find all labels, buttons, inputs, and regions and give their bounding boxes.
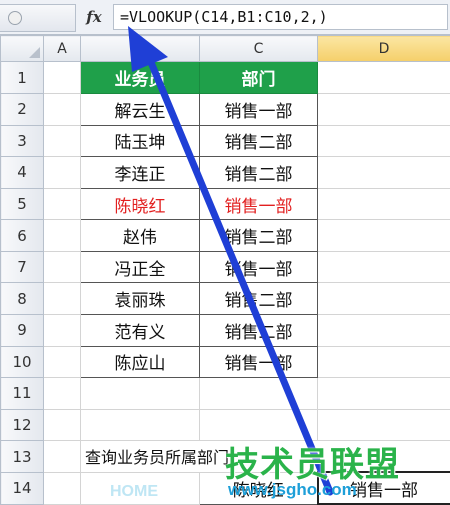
row-header[interactable]: 11 [0, 377, 44, 410]
cell[interactable] [317, 93, 450, 126]
row-header[interactable]: 7 [0, 250, 44, 284]
cell[interactable] [43, 61, 81, 95]
row-header[interactable]: 1 [0, 61, 44, 95]
watermark-faint-text: HOME [110, 483, 158, 500]
watermark-brand: 技术员联盟 [225, 445, 400, 485]
row-header[interactable]: 13 [0, 440, 44, 473]
row-header[interactable]: 9 [0, 313, 44, 347]
fx-button[interactable]: fx [78, 4, 110, 30]
table-cell[interactable]: 销售二部 [199, 219, 318, 252]
table-cell[interactable]: 销售一部 [199, 93, 318, 126]
row-header[interactable]: 8 [0, 282, 44, 315]
cell[interactable] [43, 345, 81, 379]
cell[interactable] [317, 250, 450, 284]
table-header-cell[interactable]: 业务员 [80, 61, 200, 95]
cell[interactable] [317, 187, 450, 221]
table-cell[interactable]: 解云生 [80, 93, 200, 126]
cell[interactable] [43, 124, 81, 158]
cell[interactable] [43, 282, 81, 315]
cell[interactable] [317, 377, 450, 410]
row-header[interactable]: 14 [0, 471, 44, 505]
name-box[interactable] [0, 4, 76, 32]
select-all-icon [29, 47, 40, 59]
table-cell[interactable]: 袁丽珠 [80, 282, 200, 315]
column-header-d[interactable]: D [317, 34, 450, 63]
table-cell-highlighted[interactable]: 陈晓红 [80, 187, 200, 221]
cell[interactable] [317, 345, 450, 379]
table-cell[interactable]: 范有义 [80, 313, 200, 347]
formula-bar: fx =VLOOKUP(C14,B1:C10,2,) [0, 0, 450, 35]
row-header[interactable]: 10 [0, 345, 44, 379]
watermark-url: www.jsgho.com [228, 480, 357, 499]
table-cell[interactable]: 赵伟 [80, 219, 200, 252]
cell[interactable] [80, 377, 200, 410]
cell[interactable] [317, 124, 450, 158]
table-header-cell[interactable]: 部门 [199, 61, 318, 95]
row-header[interactable]: 5 [0, 187, 44, 221]
cell[interactable] [317, 282, 450, 315]
cell[interactable] [43, 219, 81, 252]
cell[interactable] [43, 250, 81, 284]
table-cell[interactable]: 李连正 [80, 156, 200, 189]
cell[interactable] [43, 408, 81, 442]
cell[interactable] [43, 440, 81, 473]
cell[interactable] [43, 313, 81, 347]
table-cell[interactable]: 销售二部 [199, 282, 318, 315]
column-header-b[interactable]: B [80, 34, 200, 63]
table-cell[interactable]: 销售二部 [199, 313, 318, 347]
cell[interactable] [317, 156, 450, 189]
cell[interactable] [43, 93, 81, 126]
row-header[interactable]: 4 [0, 156, 44, 189]
cell[interactable] [317, 219, 450, 252]
cell[interactable] [317, 408, 450, 442]
row-header[interactable]: 12 [0, 408, 44, 442]
cell[interactable] [80, 408, 200, 442]
row-header[interactable]: 6 [0, 219, 44, 252]
cell[interactable] [317, 61, 450, 95]
name-box-circle-icon [8, 11, 22, 25]
cell[interactable] [43, 156, 81, 189]
table-cell[interactable]: 销售一部 [199, 345, 318, 379]
cell[interactable] [43, 187, 81, 221]
spreadsheet-grid: A B C D 1 业务员 部门 2 解云生 销售一部 3 陆玉坤 销售二部 4… [0, 34, 450, 505]
row-header[interactable]: 2 [0, 93, 44, 126]
table-cell[interactable]: 销售二部 [199, 124, 318, 158]
column-header-a[interactable]: A [43, 34, 81, 63]
row-header[interactable]: 3 [0, 124, 44, 158]
cell[interactable] [317, 313, 450, 347]
select-all-corner[interactable] [0, 34, 44, 63]
table-cell[interactable]: 陆玉坤 [80, 124, 200, 158]
cell[interactable] [43, 471, 81, 505]
table-cell[interactable]: 销售一部 [199, 250, 318, 284]
table-cell[interactable]: 销售二部 [199, 156, 318, 189]
table-cell-highlighted[interactable]: 销售一部 [199, 187, 318, 221]
cell[interactable] [43, 377, 81, 410]
formula-input[interactable]: =VLOOKUP(C14,B1:C10,2,) [113, 4, 448, 30]
column-header-c[interactable]: C [199, 34, 318, 63]
cell[interactable] [199, 408, 318, 442]
cell[interactable] [199, 377, 318, 410]
table-cell[interactable]: 冯正全 [80, 250, 200, 284]
table-cell[interactable]: 陈应山 [80, 345, 200, 379]
